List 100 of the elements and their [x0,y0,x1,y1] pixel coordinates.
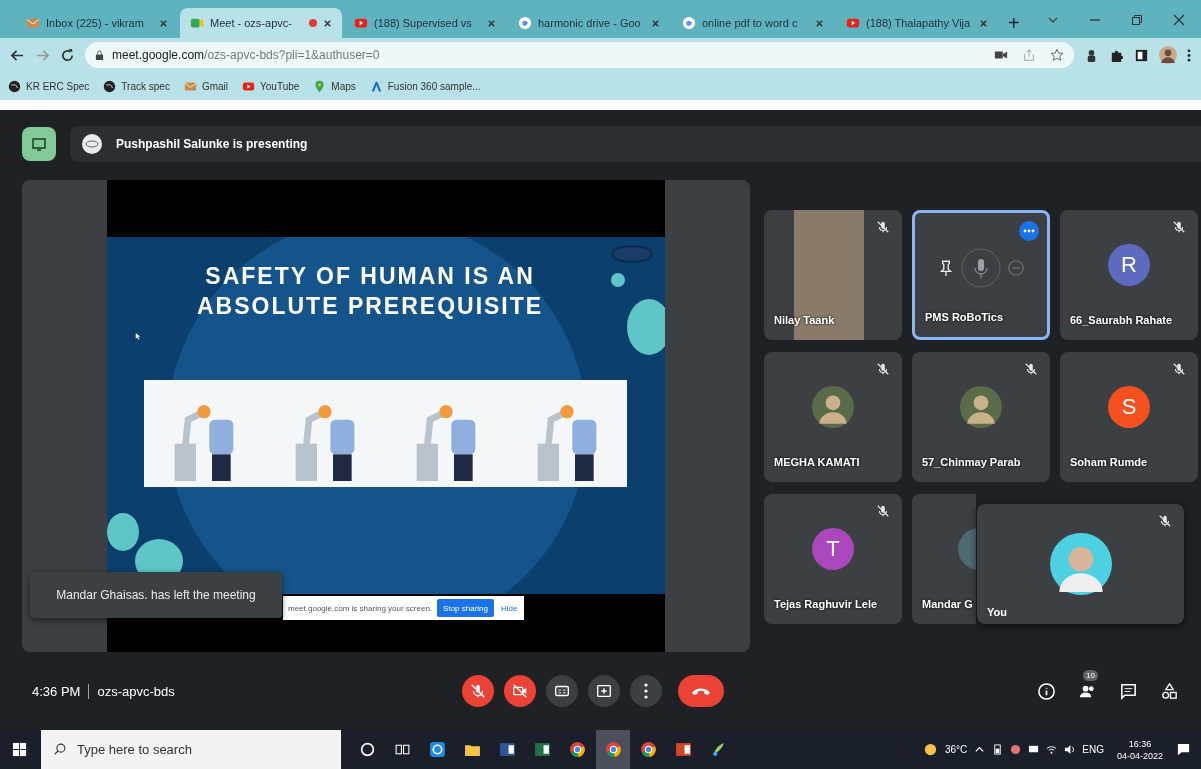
participant-tile[interactable]: T Tejas Raghuvir Lele [764,494,902,624]
cortana-icon[interactable] [359,741,376,758]
excel-icon[interactable] [534,741,551,758]
battery-icon[interactable] [992,744,1004,755]
bookmark-icon [369,79,383,93]
close-icon[interactable] [979,18,988,28]
participant-tile[interactable]: Mandar G [912,494,976,624]
avatar-icon [82,134,102,154]
browser-tab[interactable]: Meet - ozs-apvc- [180,8,342,38]
camera-button[interactable] [504,675,536,707]
info-icon[interactable] [1037,681,1056,701]
bookmark[interactable]: Gmail [183,79,228,93]
present-button[interactable] [588,675,620,707]
participant-name: Soham Rumde [1070,456,1147,468]
taskbar-app-button[interactable] [596,730,630,769]
star-icon[interactable] [1050,48,1064,62]
favicon-icon [846,16,860,30]
phone-hang-up-icon [692,686,710,696]
chrome-icon[interactable] [640,741,657,758]
participant-tile[interactable]: Nilay Taank [764,210,902,340]
avatar-letter: S [1108,386,1150,428]
close-icon[interactable] [487,18,496,28]
browser-tab[interactable]: (188) Supervised vs [344,8,506,38]
clock-time: 16:36 [1128,737,1152,750]
bookmark[interactable]: Fusion 360 sample... [369,79,481,93]
close-icon[interactable] [651,18,660,28]
captions-button[interactable] [546,675,578,707]
menu-icon[interactable] [1187,47,1191,63]
chevron-up-icon[interactable] [974,744,986,755]
meeting-time: 4:36 PM [32,683,90,699]
bookmark-icon [103,79,117,93]
close-icon[interactable] [323,18,332,28]
word-icon[interactable] [499,741,516,758]
participant-name: Nilay Taank [774,314,835,326]
restore-icon[interactable] [1131,14,1143,26]
bookmark[interactable]: Track spec [103,79,170,93]
microphone-icon[interactable] [961,248,1001,288]
microphone-button[interactable] [462,675,494,707]
favicon-icon [354,16,368,30]
notification-toast: Mandar Ghaisas. has left the meeting [30,572,282,618]
chrome-icon[interactable] [569,741,586,758]
sun-icon[interactable] [922,742,938,757]
favicon-icon [190,16,204,30]
close-icon[interactable] [1173,14,1185,26]
reload-icon[interactable] [60,47,75,63]
wifi-icon[interactable] [1046,744,1058,755]
close-icon[interactable] [159,18,168,28]
bookmark[interactable]: Maps [313,79,356,93]
chat-icon[interactable] [1119,681,1138,701]
clock-date: 04-04-2022 [1116,749,1163,762]
browser-tab[interactable]: (188) Thalapathy Vija [836,8,998,38]
browser-tab[interactable]: Inbox (225) - vikram [16,8,178,38]
powerpoint-icon[interactable] [675,741,692,758]
participant-tile[interactable]: MEGHA KAMATI [764,352,902,482]
leave-call-button[interactable] [678,675,724,707]
monitor-icon[interactable] [1028,744,1040,755]
pin-icon[interactable] [937,259,955,277]
app-tray-icon[interactable] [1010,744,1022,755]
slide-title: SAFETY OF HUMAN IS AN ABSOLUTE PREREQUISITE [197,262,544,321]
participant-tile[interactable]: S Soham Rumde [1060,352,1198,482]
url-text: meet.google.com/ozs-apvc-bds?pli=1&authuser=0 [112,48,380,62]
new-tab-button[interactable]: + [1000,8,1028,38]
minus-circle-icon[interactable] [1007,259,1025,277]
activities-icon[interactable] [1160,681,1179,701]
blob-shape [611,273,625,287]
app-icon[interactable] [429,741,446,758]
sidebar-icon[interactable] [1134,47,1149,63]
paint-icon[interactable] [710,741,727,758]
speaker-icon[interactable] [1064,744,1076,755]
participant-name: 66_Saurabh Rahate [1070,314,1173,326]
browser-tab[interactable]: harmonic drive - Goo [508,8,670,38]
participant-tile[interactable]: 57_Chinmay Parab [912,352,1050,482]
participant-tile[interactable]: PMS RoBoTics [912,210,1050,340]
monitor-icon [31,136,47,152]
cursor-icon [135,332,141,340]
stop-sharing-button[interactable]: Stop sharing [437,599,494,617]
taskbar-search-field[interactable]: Type here to search [41,730,341,769]
address-bar[interactable]: meet.google.com/ozs-apvc-bds?pli=1&authuser=0 [85,42,1074,68]
camera-off-icon [511,682,529,700]
bookmark[interactable]: KR ERC Spec [8,79,90,93]
clock[interactable]: 16:36 04-04-2022 [1116,737,1163,762]
participant-name: MEGHA KAMATI [774,456,860,468]
bookmark-icon [242,79,255,93]
language-indicator[interactable]: ENG [1082,744,1104,755]
windows-start-icon[interactable] [12,742,27,757]
more-options-button[interactable] [630,675,662,707]
avatar-silhouette-icon [1049,533,1112,595]
participant-name: Mandar G [922,598,973,610]
participant-name: PMS RoBoTics [925,311,1004,323]
participant-tile[interactable]: R 66_Saurabh Rahate [1060,210,1198,340]
notification-icon[interactable] [1176,742,1191,757]
hide-button[interactable]: Hide [499,603,520,613]
more-options-icon[interactable] [1019,221,1039,241]
temperature: 36°C [944,744,968,755]
profile-avatar-icon[interactable] [1159,46,1177,64]
close-icon[interactable] [815,18,824,28]
avatar-letter: T [812,528,854,570]
browser-tab[interactable]: online pdf to word c [672,8,834,38]
presentation-button[interactable] [22,127,56,161]
bookmark[interactable]: YouTube [242,79,300,93]
